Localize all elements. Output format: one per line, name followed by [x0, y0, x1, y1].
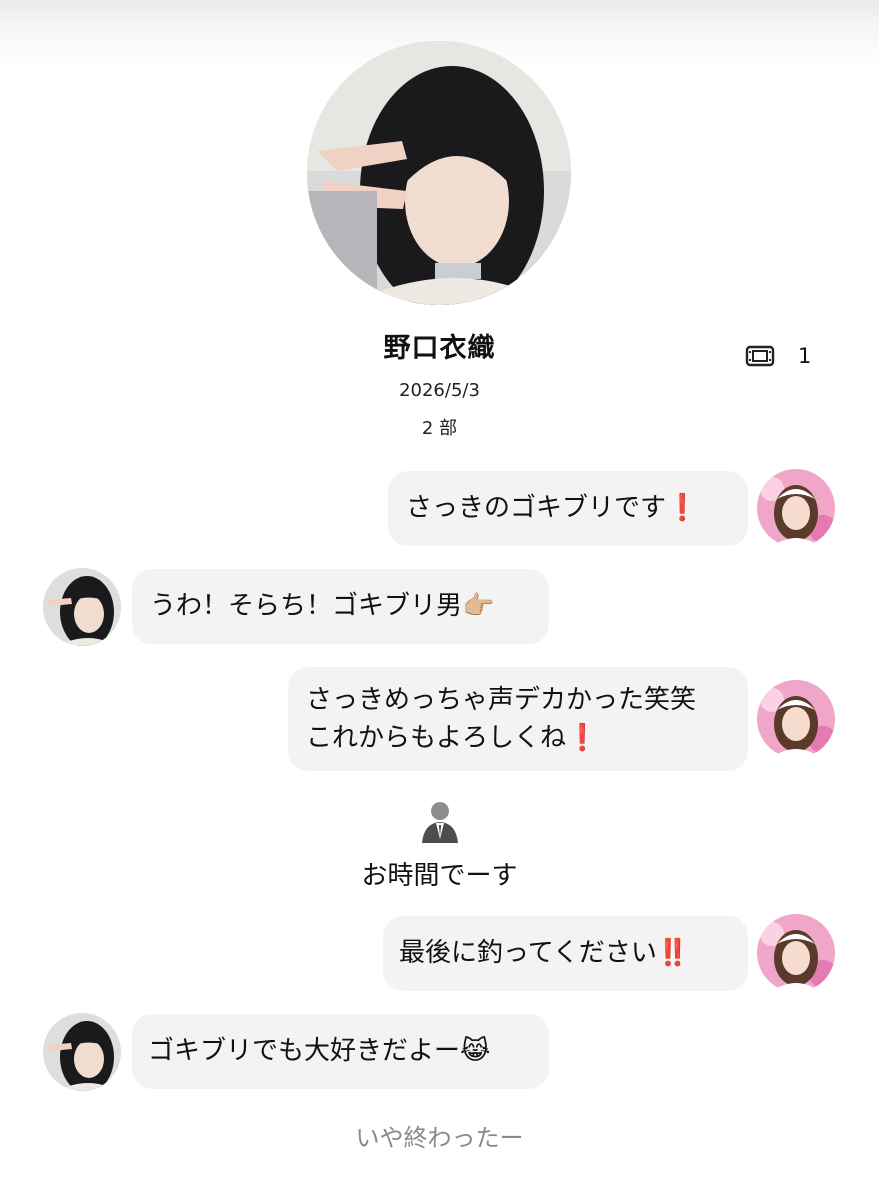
user-avatar[interactable] — [757, 914, 835, 992]
exclamation-icon: ❗ — [566, 723, 599, 753]
footer-note: いや終わったー — [355, 1124, 524, 1152]
message-text: 最後に釣ってください — [399, 938, 657, 968]
member-avatar[interactable] — [43, 1013, 121, 1091]
message-text: ゴキブリでも大好きだよー — [148, 1036, 461, 1066]
user-avatar[interactable] — [757, 469, 835, 547]
film-ticket-icon — [745, 345, 775, 367]
message-bubble: 最後に釣ってください‼️ — [383, 916, 748, 991]
message-bubble: さっきめっちゃ声デカかった笑笑 これからもよろしくね❗ — [288, 667, 748, 771]
staff-person-icon — [422, 802, 458, 843]
member-avatar[interactable] — [43, 568, 121, 646]
message-bubble: ゴキブリでも大好きだよー😹 — [132, 1014, 549, 1089]
message-text-line: さっきめっちゃ声デカかった笑笑 — [306, 685, 697, 715]
event-part: 2 部 — [421, 418, 458, 439]
message-text: うわ！そらち！ゴキブリ男 — [150, 591, 463, 621]
double-exclamation-icon: ‼️ — [656, 938, 690, 968]
message-text: さっきのゴキブリです — [406, 493, 667, 523]
exclamation-icon: ❗ — [666, 493, 699, 523]
system-message: お時間でーす — [361, 861, 518, 891]
profile-avatar[interactable] — [307, 41, 571, 305]
message-bubble: うわ！そらち！ゴキブリ男👉🏼 — [132, 569, 549, 644]
pointing-hand-icon: 👉🏼 — [462, 591, 495, 621]
event-date: 2026/5/3 — [399, 380, 480, 401]
message-text-line: これからもよろしくね — [306, 723, 567, 753]
ticket-count: 1 — [798, 344, 812, 368]
message-bubble: さっきのゴキブリです❗ — [388, 471, 748, 546]
user-avatar[interactable] — [757, 680, 835, 758]
crying-laughing-cat-icon: 😹 — [460, 1036, 491, 1066]
